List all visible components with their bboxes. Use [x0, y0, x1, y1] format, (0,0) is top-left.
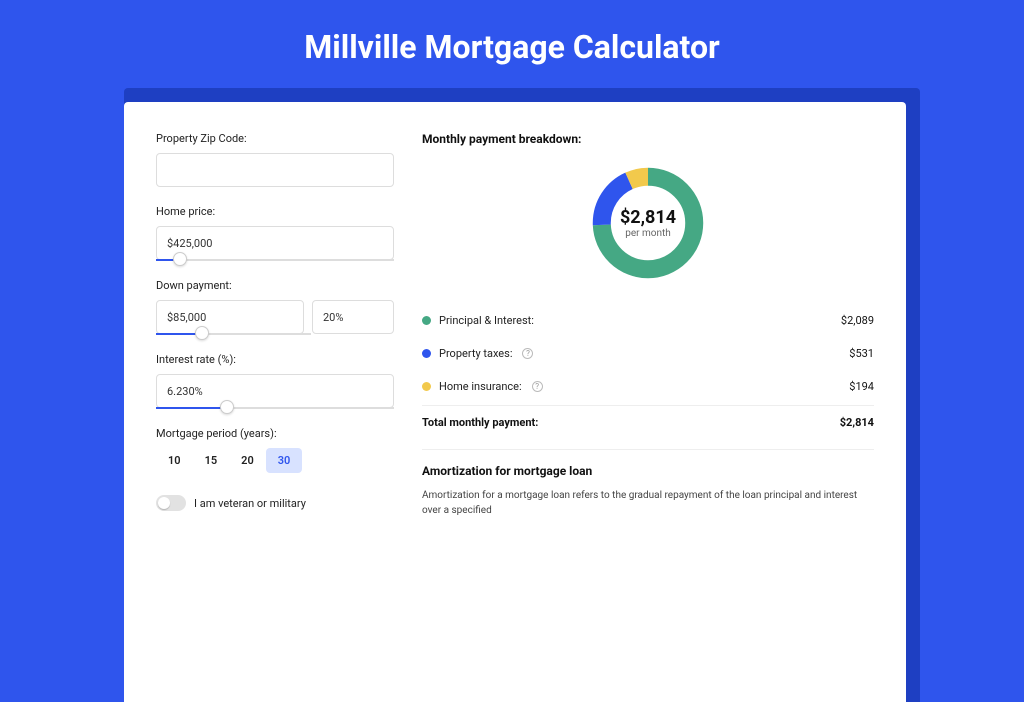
legend-value-taxes: $531	[849, 347, 874, 360]
legend-label-taxes: Property taxes:	[439, 347, 512, 360]
price-input[interactable]	[156, 226, 394, 260]
dot-insurance-icon	[422, 382, 431, 391]
rate-slider-fill	[156, 407, 227, 409]
period-label: Mortgage period (years):	[156, 427, 394, 440]
down-amount-input[interactable]	[156, 300, 304, 334]
zip-label: Property Zip Code:	[156, 132, 394, 145]
veteran-toggle[interactable]	[156, 495, 186, 511]
period-btn-20[interactable]: 20	[229, 448, 266, 473]
calculator-card: Property Zip Code: Home price: Down paym…	[124, 102, 906, 702]
price-slider[interactable]	[156, 259, 394, 261]
breakdown-title: Monthly payment breakdown:	[422, 132, 874, 146]
price-slider-thumb[interactable]	[173, 252, 187, 266]
legend-row-insurance: Home insurance: ? $194	[422, 370, 874, 403]
rate-slider-thumb[interactable]	[220, 400, 234, 414]
help-taxes-icon[interactable]: ?	[522, 348, 533, 359]
card-shadow: Property Zip Code: Home price: Down paym…	[124, 88, 920, 702]
period-btn-10[interactable]: 10	[156, 448, 193, 473]
rate-group: Interest rate (%):	[156, 353, 394, 409]
down-group: Down payment:	[156, 279, 394, 335]
price-group: Home price:	[156, 205, 394, 261]
legend-row-taxes: Property taxes: ? $531	[422, 337, 874, 370]
rate-slider[interactable]	[156, 407, 394, 409]
form-panel: Property Zip Code: Home price: Down paym…	[156, 132, 394, 702]
donut-wrap: $2,814 per month	[422, 162, 874, 284]
veteran-toggle-knob	[158, 497, 170, 509]
dot-principal-icon	[422, 316, 431, 325]
legend-value-insurance: $194	[849, 380, 874, 393]
legend-row-principal: Principal & Interest: $2,089	[422, 304, 874, 337]
down-percent-input[interactable]	[312, 300, 394, 334]
total-label: Total monthly payment:	[422, 416, 538, 429]
zip-input[interactable]	[156, 153, 394, 187]
down-slider[interactable]	[156, 333, 311, 335]
down-label: Down payment:	[156, 279, 394, 292]
legend-value-principal: $2,089	[841, 314, 874, 327]
period-btn-15[interactable]: 15	[193, 448, 230, 473]
donut-sub: per month	[620, 228, 676, 239]
zip-group: Property Zip Code:	[156, 132, 394, 187]
help-insurance-icon[interactable]: ?	[532, 381, 543, 392]
amortization-title: Amortization for mortgage loan	[422, 464, 874, 478]
total-value: $2,814	[840, 416, 874, 429]
veteran-label: I am veteran or military	[194, 497, 306, 510]
donut-center: $2,814 per month	[620, 207, 676, 239]
legend-label-insurance: Home insurance:	[439, 380, 522, 393]
payment-donut: $2,814 per month	[587, 162, 709, 284]
rate-input[interactable]	[156, 374, 394, 408]
amortization-text: Amortization for a mortgage loan refers …	[422, 488, 874, 518]
veteran-row: I am veteran or military	[156, 495, 394, 511]
total-row: Total monthly payment: $2,814	[422, 405, 874, 443]
page-title: Millville Mortgage Calculator	[0, 0, 1024, 88]
price-label: Home price:	[156, 205, 394, 218]
period-btn-30[interactable]: 30	[266, 448, 303, 473]
down-slider-thumb[interactable]	[195, 326, 209, 340]
period-group: Mortgage period (years): 10 15 20 30	[156, 427, 394, 473]
donut-amount: $2,814	[620, 207, 676, 228]
period-options: 10 15 20 30	[156, 448, 394, 473]
rate-label: Interest rate (%):	[156, 353, 394, 366]
breakdown-panel: Monthly payment breakdown: $2,814 per mo…	[422, 132, 874, 702]
legend-label-principal: Principal & Interest:	[439, 314, 534, 327]
dot-taxes-icon	[422, 349, 431, 358]
divider	[422, 449, 874, 450]
